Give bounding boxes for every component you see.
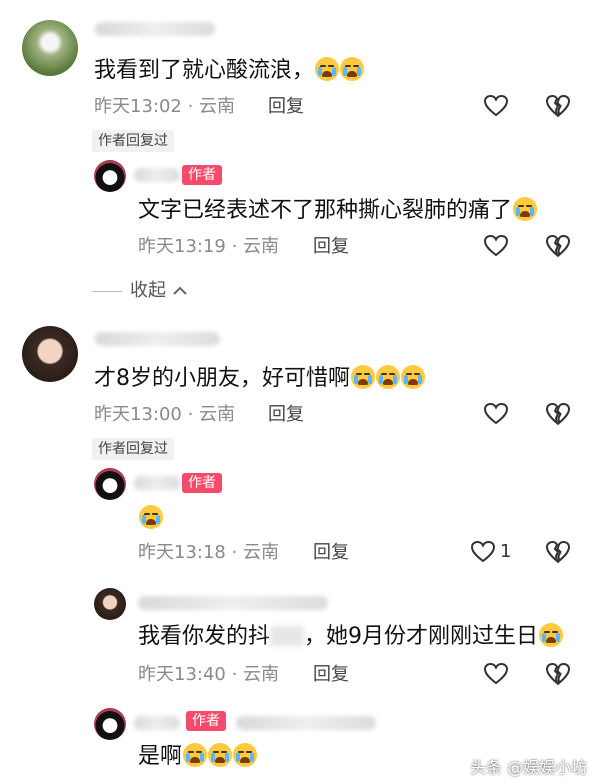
reply-button-2[interactable]: 回复 [268,404,304,426]
heart-outline-icon[interactable] [483,234,509,258]
crying-emoji-icon [233,743,258,767]
comment-text-2: 才8岁的小朋友，好可惜啊 [94,364,425,394]
reply-target-blurred [236,716,376,730]
reply-text-2-1 [138,504,163,534]
reply-text-2-2: 我看你发的抖 ，她9月份才刚刚过生日 [138,622,564,652]
reply-meta-2-2: 昨天13:40 · 云南 [138,664,280,685]
comment-meta-1: 昨天13:02 · 云南 [94,96,236,117]
broken-heart-icon[interactable] [545,540,571,564]
reply-meta-1-1: 昨天13:19 · 云南 [138,236,280,257]
reply-button-1[interactable]: 回复 [268,96,304,118]
username-blurred-author [134,476,180,490]
username-blurred-2 [95,332,220,346]
reply-text-2-3: 是啊 [138,742,258,772]
broken-heart-icon[interactable] [545,662,571,686]
heart-outline-icon[interactable] [483,402,509,426]
reply-meta-2-1: 昨天13:18 · 云南 [138,542,280,563]
broken-heart-icon[interactable] [545,402,571,426]
reply-text-1-1: 文字已经表述不了那种撕心裂肺的痛了 [138,196,538,226]
avatar-commenter-2-small[interactable] [94,588,126,620]
avatar-author[interactable] [94,468,126,500]
crying-emoji-icon [208,743,233,767]
collapse-divider [92,291,122,292]
crying-emoji-icon [376,365,400,389]
comment-meta-2: 昨天13:00 · 云南 [94,404,236,425]
blurred-text-patch [270,626,305,646]
reply-button-2-2[interactable]: 回复 [313,664,349,686]
author-badge: 作者 [186,711,226,731]
avatar-author[interactable] [94,160,126,192]
crying-emoji-icon [401,365,425,389]
crying-emoji-icon [340,57,365,81]
chevron-up-icon [173,286,187,295]
author-badge: 作者 [182,165,222,185]
broken-heart-icon[interactable] [545,94,571,118]
username-blurred-1 [95,22,215,36]
avatar-commenter-2[interactable] [22,326,78,382]
reply-button-2-1[interactable]: 回复 [313,542,349,564]
comment-text-1: 我看到了就心酸流浪， [94,56,365,86]
author-badge: 作者 [182,473,222,493]
heart-outline-icon[interactable] [483,94,509,118]
author-replied-tag-1: 作者回复过 [92,130,174,152]
reply-button-1-1[interactable]: 回复 [313,236,349,258]
watermark: 头条 @娱娱小坊 [470,758,588,777]
username-blurred-2-small [138,596,328,610]
author-replied-tag-2: 作者回复过 [92,438,174,460]
crying-emoji-icon [183,743,208,767]
avatar-author[interactable] [94,708,126,740]
like-count: 1 [500,541,512,562]
broken-heart-icon[interactable] [545,234,571,258]
crying-emoji-icon [351,365,375,389]
username-blurred-author [134,716,180,730]
avatar-commenter-1[interactable] [22,20,78,76]
crying-emoji-icon [139,505,163,529]
crying-emoji-icon [539,623,564,647]
crying-emoji-icon [315,57,340,81]
crying-emoji-icon [513,197,538,221]
heart-outline-icon[interactable] [470,540,496,564]
collapse-button[interactable]: 收起 [130,280,188,302]
username-blurred-author [134,168,180,182]
heart-outline-icon[interactable] [483,662,509,686]
